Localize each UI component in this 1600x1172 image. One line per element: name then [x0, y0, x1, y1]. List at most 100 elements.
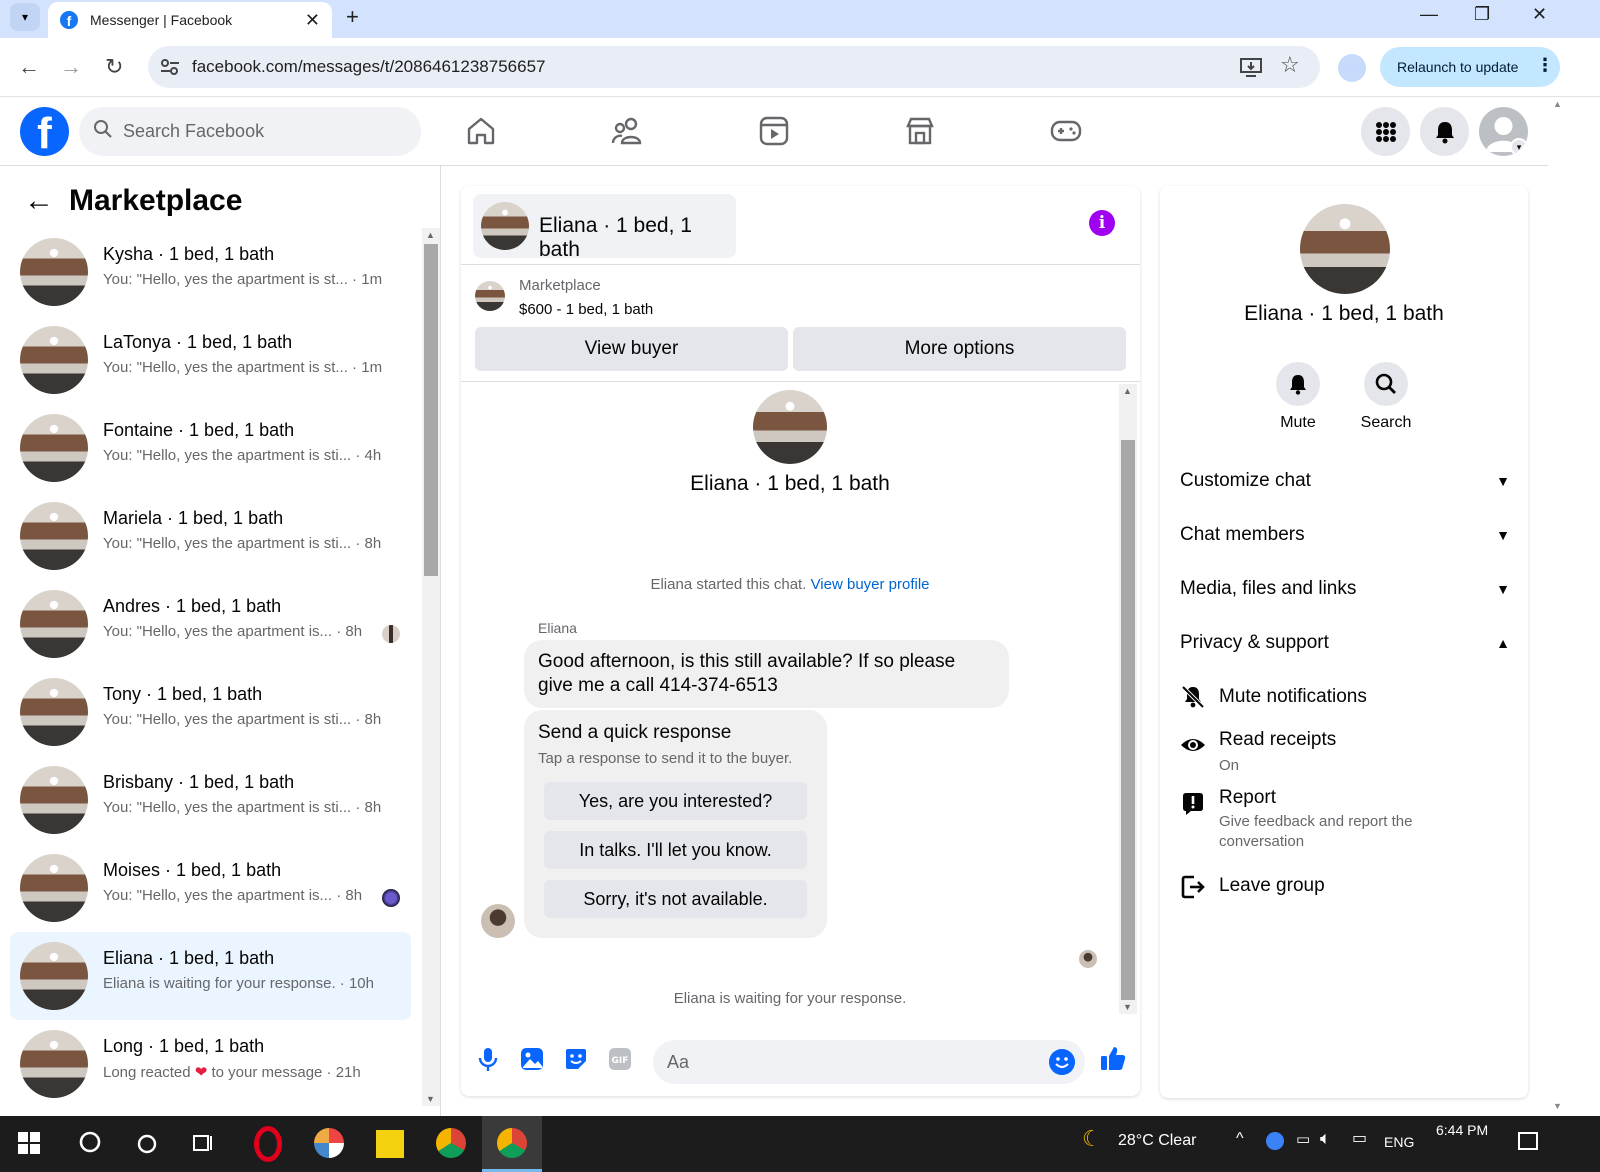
network-icon[interactable]: ▭ [1352, 1128, 1367, 1148]
close-window-icon[interactable]: ✕ [1532, 4, 1547, 25]
view-buyer-button[interactable]: View buyer [475, 327, 788, 371]
message-input[interactable]: Aa [653, 1040, 1085, 1084]
chrome-active-task[interactable] [482, 1116, 542, 1172]
photo-icon[interactable] [519, 1046, 545, 1072]
maximize-icon[interactable]: ❐ [1474, 4, 1490, 25]
chat-list-scrollbar[interactable]: ▲ ▼ [422, 228, 440, 1106]
chat-list-item[interactable]: Moises · 1 bed, 1 bath You: "Hello, yes … [10, 844, 411, 932]
media-files-links-section[interactable]: Media, files and links ▼ [1180, 578, 1510, 600]
weather-text[interactable]: 28°C Clear [1118, 1132, 1196, 1150]
browser-tab[interactable]: f Messenger | Facebook ✕ [48, 2, 332, 38]
scroll-up-icon[interactable]: ▲ [1553, 99, 1562, 109]
browser-profile-icon[interactable] [1338, 54, 1366, 82]
facebook-logo[interactable]: f [20, 107, 69, 156]
task-view-icon[interactable] [192, 1132, 216, 1154]
home-icon[interactable] [461, 113, 501, 149]
search-icon[interactable] [78, 1130, 104, 1156]
mute-notifications-item[interactable]: Mute notifications [1219, 686, 1367, 708]
scroll-down-icon[interactable]: ▼ [426, 1094, 435, 1104]
info-icon[interactable]: i [1089, 210, 1115, 236]
tab-search-dropdown[interactable]: ▾ [10, 3, 40, 31]
battery-icon[interactable]: ▭ [1296, 1130, 1310, 1148]
menu-grid-icon[interactable] [1361, 107, 1410, 156]
gaming-icon[interactable] [1046, 113, 1086, 149]
forward-arrow-icon[interactable]: → [60, 54, 82, 80]
mute-button[interactable] [1276, 362, 1320, 406]
system-tray-chevron-icon[interactable]: ^ [1236, 1130, 1244, 1148]
language-indicator[interactable]: ENG [1384, 1134, 1414, 1150]
windows-start-icon[interactable] [18, 1132, 40, 1154]
microphone-icon[interactable] [475, 1046, 501, 1072]
sticky-notes-icon[interactable] [376, 1130, 404, 1158]
address-bar[interactable]: facebook.com/messages/t/2086461238756657… [148, 46, 1320, 88]
chat-list-item[interactable]: Mariela · 1 bed, 1 bath You: "Hello, yes… [10, 492, 411, 580]
chat-list-item[interactable]: LaTonya · 1 bed, 1 bath You: "Hello, yes… [10, 316, 411, 404]
chat-list-item[interactable]: Andres · 1 bed, 1 bath You: "Hello, yes … [10, 580, 411, 668]
tab-close-icon[interactable]: ✕ [305, 10, 320, 31]
scroll-down-icon[interactable]: ▼ [1123, 1002, 1132, 1012]
quick-response-button[interactable]: Sorry, it's not available. [544, 880, 807, 918]
more-options-button[interactable]: More options [793, 327, 1126, 371]
thread-scrollbar[interactable]: ▲ ▼ [1119, 384, 1137, 1014]
avatar [20, 854, 88, 922]
account-chevron-icon[interactable]: ▾ [1510, 138, 1528, 156]
privacy-support-section[interactable]: Privacy & support ▲ [1180, 632, 1510, 654]
marketplace-icon[interactable] [900, 113, 940, 149]
search-in-chat-button[interactable] [1364, 362, 1408, 406]
scrollbar-thumb[interactable] [424, 244, 438, 576]
quick-response-button[interactable]: In talks. I'll let you know. [544, 831, 807, 869]
section-label: Media, files and links [1180, 578, 1357, 599]
friends-icon[interactable] [607, 113, 647, 149]
bookmark-star-icon[interactable]: ☆ [1280, 52, 1300, 78]
view-buyer-profile-link[interactable]: View buyer profile [811, 576, 930, 593]
scroll-up-icon[interactable]: ▲ [1123, 386, 1132, 396]
leave-group-icon [1181, 875, 1205, 899]
chat-list-item[interactable]: Long · 1 bed, 1 bath Long reacted ❤ to y… [10, 1020, 411, 1108]
thumbs-up-icon[interactable] [1099, 1044, 1127, 1072]
back-arrow-icon[interactable]: ← [24, 184, 54, 218]
chat-list-item[interactable]: Brisbany · 1 bed, 1 bath You: "Hello, ye… [10, 756, 411, 844]
chrome-icon[interactable] [436, 1128, 466, 1158]
scrollbar-thumb[interactable] [1121, 440, 1135, 1000]
chat-list-item-active[interactable]: Eliana · 1 bed, 1 bath Eliana is waiting… [10, 932, 411, 1020]
back-arrow-icon[interactable]: ← [18, 54, 40, 80]
notification-center-icon[interactable] [1518, 1132, 1538, 1150]
report-item[interactable]: Report [1219, 787, 1276, 809]
chat-list-item[interactable]: Tony · 1 bed, 1 bath You: "Hello, yes th… [10, 668, 411, 756]
reload-icon[interactable]: ↻ [105, 54, 123, 80]
relaunch-update-button[interactable]: Relaunch to update ⋮ [1380, 47, 1560, 87]
kebab-menu-icon[interactable]: ⋮ [1536, 55, 1554, 76]
page-scrollbar[interactable]: ▲ ▼ [1548, 97, 1568, 1116]
paint-app-icon[interactable] [314, 1128, 344, 1158]
minimize-icon[interactable]: — [1420, 4, 1438, 25]
volume-icon[interactable]: 🔈︎ [1320, 1128, 1331, 1149]
cortana-icon[interactable] [136, 1133, 158, 1155]
notifications-bell-icon[interactable] [1420, 107, 1469, 156]
account-avatar[interactable]: ▾ [1479, 107, 1528, 156]
tray-app-icon[interactable] [1266, 1132, 1284, 1150]
install-app-icon[interactable] [1240, 57, 1262, 77]
section-label: Chat members [1180, 524, 1305, 545]
chat-preview-text: to your message · 21h [211, 1064, 361, 1081]
quick-response-button[interactable]: Yes, are you interested? [544, 782, 807, 820]
scroll-up-icon[interactable]: ▲ [426, 230, 435, 240]
video-icon[interactable] [754, 113, 794, 149]
chat-members-section[interactable]: Chat members ▼ [1180, 524, 1510, 546]
emoji-icon[interactable] [1049, 1049, 1075, 1075]
scroll-down-icon[interactable]: ▼ [1553, 1101, 1562, 1111]
clock-time[interactable]: 6:44 PM [1436, 1122, 1488, 1138]
gif-icon[interactable]: GIF [607, 1046, 633, 1072]
site-settings-icon[interactable] [160, 58, 180, 76]
avatar [20, 502, 88, 570]
chat-list-item[interactable]: Kysha · 1 bed, 1 bath You: "Hello, yes t… [10, 228, 411, 316]
chat-list-item[interactable]: Fontaine · 1 bed, 1 bath You: "Hello, ye… [10, 404, 411, 492]
leave-group-item[interactable]: Leave group [1219, 875, 1325, 897]
facebook-search-input[interactable]: Search Facebook [79, 107, 421, 156]
read-receipts-item[interactable]: Read receipts [1219, 729, 1336, 751]
new-tab-icon[interactable]: + [346, 4, 359, 30]
bell-icon [1290, 375, 1306, 395]
conversation-header[interactable]: Eliana · 1 bed, 1 bath [473, 194, 736, 261]
sticker-icon[interactable] [563, 1046, 589, 1072]
customize-chat-section[interactable]: Customize chat ▼ [1180, 470, 1510, 492]
opera-browser-icon[interactable] [254, 1126, 282, 1162]
